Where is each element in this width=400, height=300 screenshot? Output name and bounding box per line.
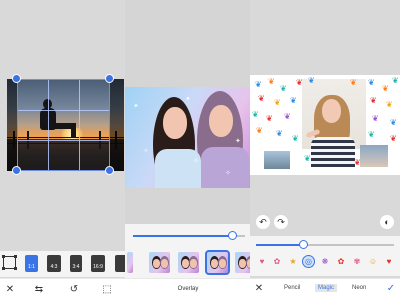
opacity-slider-knob[interactable] — [227, 231, 237, 240]
brush-rose[interactable]: ✿ — [336, 257, 346, 267]
overlay-thumbnails — [125, 248, 251, 278]
magic-panel: ❦ ❦ ❦ ❦ ❦ ❦ ❦ ❦ ❦ ❦ ❦ ❦ ❦ ❦ ❦ ❦ ❦ ❦ ❦ ❦ … — [250, 0, 400, 300]
rotate-icon[interactable]: ↺ — [68, 283, 80, 297]
brush-blossom[interactable]: ✾ — [352, 257, 362, 267]
ratio-3-4-button[interactable]: 3:4 — [70, 255, 82, 272]
brush-flower[interactable]: ✿ — [272, 257, 282, 267]
brush-bubble-selected[interactable]: ◎ — [302, 255, 315, 268]
selfie-photo: ✦ ✧ ✦ ✧ ✦ ✧ — [125, 87, 250, 188]
crop-handle-top-left[interactable] — [12, 74, 21, 83]
brush-star[interactable]: ★ — [288, 257, 298, 267]
eraser-icon[interactable]: ◐ — [380, 215, 394, 229]
undo-icon[interactable]: ↶ — [256, 215, 270, 229]
overlay-panel: ✦ ✧ ✦ ✧ ✦ ✧ Overlay — [125, 0, 251, 300]
brush-heart[interactable]: ♥ — [257, 257, 267, 267]
ratio-16-9-button[interactable]: 16:9 — [91, 255, 105, 272]
crop-handle-bottom-left[interactable] — [12, 166, 21, 175]
perspective-icon[interactable]: ⬚ — [101, 283, 113, 297]
crop-handle-top-right[interactable] — [105, 74, 114, 83]
apply-check-icon[interactable]: ✓ — [386, 282, 396, 296]
ratio-4-3-label: 4:3 — [50, 264, 58, 270]
brush-galaxy[interactable]: ❋ — [320, 257, 330, 267]
redo-icon[interactable]: ↷ — [274, 215, 288, 229]
brush-picker: ♥ ✿ ★ ◎ ❋ ✿ ✾ ☺ ♥ — [250, 250, 400, 276]
ratio-16-9-label: 16:9 — [93, 264, 103, 270]
magic-collage-photo: ❦ ❦ ❦ ❦ ❦ ❦ ❦ ❦ ❦ ❦ ❦ ❦ ❦ ❦ ❦ ❦ ❦ ❦ ❦ ❦ … — [250, 75, 400, 175]
ratio-1-1-label: 1:1 — [28, 264, 35, 270]
crop-handle-bottom-right[interactable] — [105, 166, 114, 175]
brush-heart-red[interactable]: ♥ — [384, 257, 394, 267]
opacity-slider-fill — [133, 235, 232, 237]
overlay-thumbnail[interactable] — [149, 252, 170, 273]
crop-panel: 1:1 4:3 3:4 16:9 ✕ ⇆ ↺ ⬚ — [0, 0, 127, 300]
overlay-thumbnail[interactable] — [235, 252, 251, 273]
draw-mode-toolbar: ✕ Pencil Magic Neon ✓ — [250, 278, 400, 300]
overlay-toolbar: Overlay — [125, 278, 251, 300]
close-icon[interactable]: ✕ — [254, 282, 264, 296]
mode-neon[interactable]: Neon — [352, 285, 366, 291]
overlay-thumbnail[interactable] — [127, 252, 133, 273]
brush-size-slider-knob[interactable] — [298, 240, 308, 249]
overlay-title: Overlay — [177, 286, 199, 292]
brush-size-slider-fill — [256, 244, 303, 246]
flip-icon[interactable]: ⇆ — [33, 283, 45, 297]
overlay-thumbnail-selected[interactable] — [205, 250, 230, 275]
mode-magic[interactable]: Magic — [315, 284, 338, 292]
overlay-thumbnail[interactable] — [178, 252, 199, 273]
ratio-1-1-button[interactable]: 1:1 — [25, 255, 38, 272]
crop-frame[interactable] — [17, 79, 110, 171]
ratio-3-4-label: 3:4 — [72, 264, 80, 270]
brush-smiley[interactable]: ☺ — [368, 257, 378, 267]
aspect-ratio-bar: 1:1 4:3 3:4 16:9 — [0, 251, 127, 277]
ratio-4-3-button[interactable]: 4:3 — [47, 255, 61, 272]
mode-pencil[interactable]: Pencil — [284, 285, 300, 291]
free-crop-icon[interactable] — [2, 255, 17, 270]
crop-toolbar: ✕ ⇆ ↺ ⬚ — [0, 278, 127, 300]
close-icon[interactable]: ✕ — [4, 283, 16, 297]
opacity-slider[interactable] — [125, 224, 251, 248]
